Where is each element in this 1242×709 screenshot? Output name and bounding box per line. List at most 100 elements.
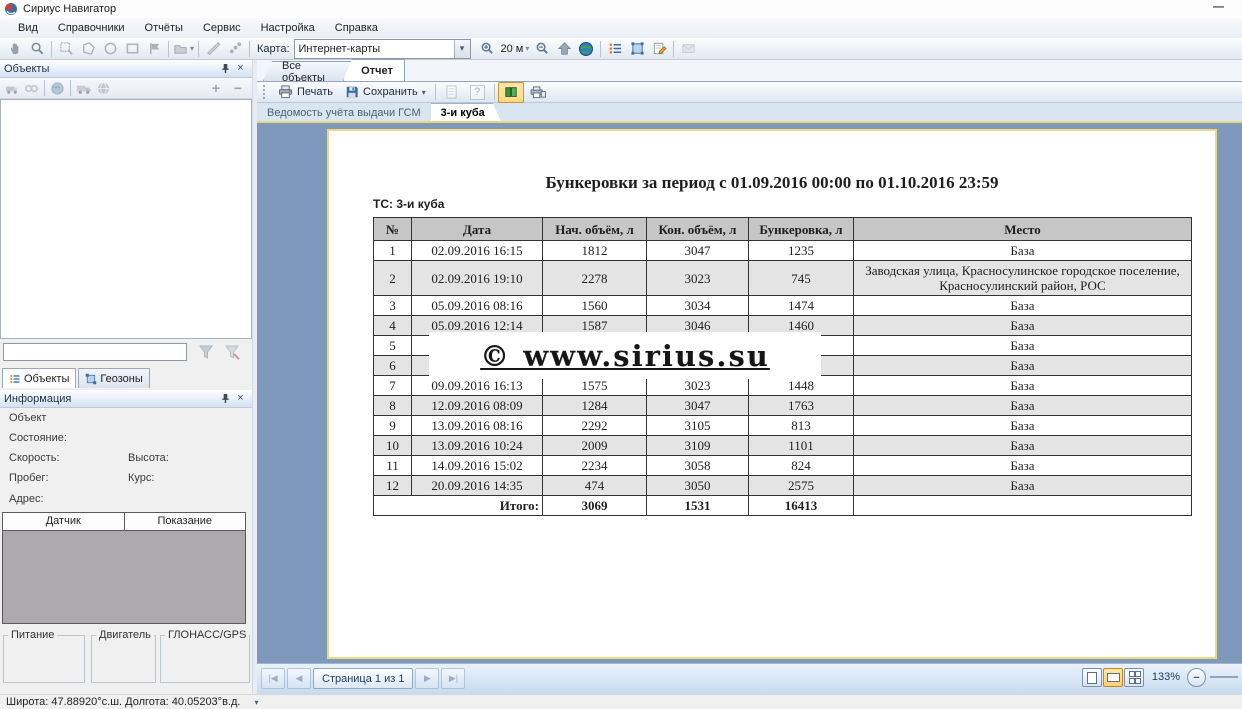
menu-help[interactable]: Справка (325, 20, 388, 36)
fit-width-view-button[interactable] (1103, 668, 1123, 687)
menu-view[interactable]: Вид (8, 20, 48, 36)
add-button[interactable]: + (205, 77, 227, 99)
report-viewport[interactable]: Бункеровки за период с 01.09.2016 00:00 … (257, 121, 1242, 663)
filter-input[interactable] (3, 343, 187, 361)
layers-dropdown-button[interactable]: ▾ (172, 38, 195, 60)
object-list-button[interactable] (604, 38, 626, 60)
globe-button[interactable] (575, 38, 597, 60)
report-table-cell: 02.09.2016 16:15 (412, 241, 543, 261)
minimize-button[interactable]: — (1213, 1, 1224, 13)
scale-dropdown[interactable]: 20 м ▾ (501, 43, 530, 55)
map-source-combobox[interactable]: Интернет-карты ▾ (294, 39, 471, 59)
report-table-cell: 3023 (647, 261, 749, 296)
clear-filter-button[interactable] (222, 344, 242, 360)
book-view-toggle-button[interactable] (498, 82, 524, 103)
tab-3i-kuba[interactable]: 3-и куба (431, 103, 501, 121)
multi-page-icon (1129, 671, 1140, 684)
objects-list[interactable] (0, 99, 252, 339)
zoom-out-icon (535, 41, 550, 56)
tab-all-objects[interactable]: Все объекты (263, 61, 357, 81)
filter-button[interactable] (196, 344, 216, 360)
ruler-icon (206, 41, 221, 56)
home-icon (557, 41, 572, 56)
add-vehicle-icon[interactable] (5, 81, 20, 96)
truck-icon[interactable] (76, 81, 92, 96)
zoom-region-button[interactable] (55, 38, 77, 60)
single-page-view-button[interactable] (1082, 668, 1102, 687)
print-button[interactable]: Печать (272, 82, 339, 103)
menu-service[interactable]: Сервис (193, 20, 251, 36)
menu-directories[interactable]: Справочники (48, 20, 135, 36)
report-table-cell: 2234 (543, 456, 647, 476)
tab-report[interactable]: Отчет (343, 59, 405, 81)
status-bar: Широта: 47.88920°с.ш. Долгота: 40.05203°… (0, 694, 1242, 709)
report-table-cell: База (854, 296, 1192, 316)
report-table-cell: База (854, 356, 1192, 376)
help-button[interactable]: ? (464, 82, 491, 103)
ruler-button[interactable] (202, 38, 224, 60)
multi-page-view-button[interactable] (1124, 668, 1144, 687)
edit-notes-button[interactable] (648, 38, 670, 60)
rect-select-button[interactable] (121, 38, 143, 60)
menu-settings[interactable]: Настройка (251, 20, 325, 36)
polygon-select-icon (81, 41, 96, 56)
map-combo-caret-icon: ▾ (454, 40, 470, 58)
zoom-select-button[interactable] (26, 38, 48, 60)
report-table-cell: 3050 (647, 476, 749, 496)
pan-hand-button[interactable] (4, 38, 26, 60)
zoom-out-button[interactable] (531, 38, 553, 60)
toolbar-drag-handle[interactable] (263, 85, 268, 99)
objects-sidebar: Объекты × + − (0, 60, 252, 694)
tab-objects[interactable]: Объекты (2, 368, 76, 388)
report-table-cell: 2009 (543, 436, 647, 456)
remove-button[interactable]: − (227, 77, 249, 99)
power-group-label: Питание (8, 629, 57, 641)
map-source-value: Интернет-карты (295, 43, 454, 55)
close-icon[interactable]: × (233, 62, 248, 76)
zoom-in-button[interactable] (477, 38, 499, 60)
col-header-place: Место (854, 218, 1192, 241)
prev-page-button[interactable]: ◀ (287, 668, 311, 689)
book-icon (504, 85, 518, 99)
geozones-button[interactable] (626, 38, 648, 60)
last-page-button[interactable]: ▶| (441, 668, 465, 689)
page-setup-button[interactable] (439, 82, 464, 103)
sensor-table-header: Датчик Показание (3, 513, 245, 531)
world-icon[interactable] (96, 81, 111, 96)
next-page-button[interactable]: ▶ (415, 668, 439, 689)
globe-small-icon[interactable] (50, 81, 65, 96)
reading-col-header: Показание (125, 513, 246, 530)
app-logo-icon (4, 2, 18, 16)
flag-button[interactable] (143, 38, 165, 60)
glonass-group-label: ГЛОНАСС/GPS (165, 629, 249, 641)
tab-gsm-vedomost-label: Ведомость учёта выдачи ГСМ (267, 107, 421, 119)
mail-button[interactable] (677, 38, 699, 60)
tab-all-objects-label: Все объекты (282, 60, 344, 84)
sensor-table: Датчик Показание (2, 512, 246, 624)
print-preview-button[interactable] (524, 82, 552, 103)
track-button[interactable] (224, 38, 246, 60)
info-close-icon[interactable]: × (233, 392, 248, 406)
status-caret-icon[interactable]: ▾ (254, 698, 258, 707)
report-table-cell: 1763 (749, 396, 854, 416)
save-button[interactable]: Сохранить ▾ (339, 82, 432, 103)
circle-select-button[interactable] (99, 38, 121, 60)
report-table-cell: База (854, 241, 1192, 261)
info-pin-icon[interactable] (218, 392, 233, 406)
glonass-groupbox: ГЛОНАСС/GPS (160, 635, 250, 683)
home-view-button[interactable] (553, 38, 575, 60)
report-table-cell: База (854, 336, 1192, 356)
pin-icon[interactable] (218, 62, 233, 76)
info-panel-header: Информация × (0, 390, 252, 408)
zoom-out-slider-button[interactable]: − (1187, 668, 1206, 687)
menu-reports[interactable]: Отчёты (135, 20, 193, 36)
tab-geozones[interactable]: Геозоны (78, 368, 149, 388)
link-icon[interactable] (24, 81, 39, 96)
zoom-slider-track[interactable] (1210, 676, 1238, 678)
main-toolbar: ▾ Карта: Интернет-карты ▾ 20 м ▾ (0, 38, 1242, 60)
polygon-select-button[interactable] (77, 38, 99, 60)
first-page-button[interactable]: |◀ (261, 668, 285, 689)
report-table-cell: 6 (374, 356, 412, 376)
tab-gsm-vedomost[interactable]: Ведомость учёта выдачи ГСМ (257, 104, 431, 121)
report-table-cell: 7 (374, 376, 412, 396)
